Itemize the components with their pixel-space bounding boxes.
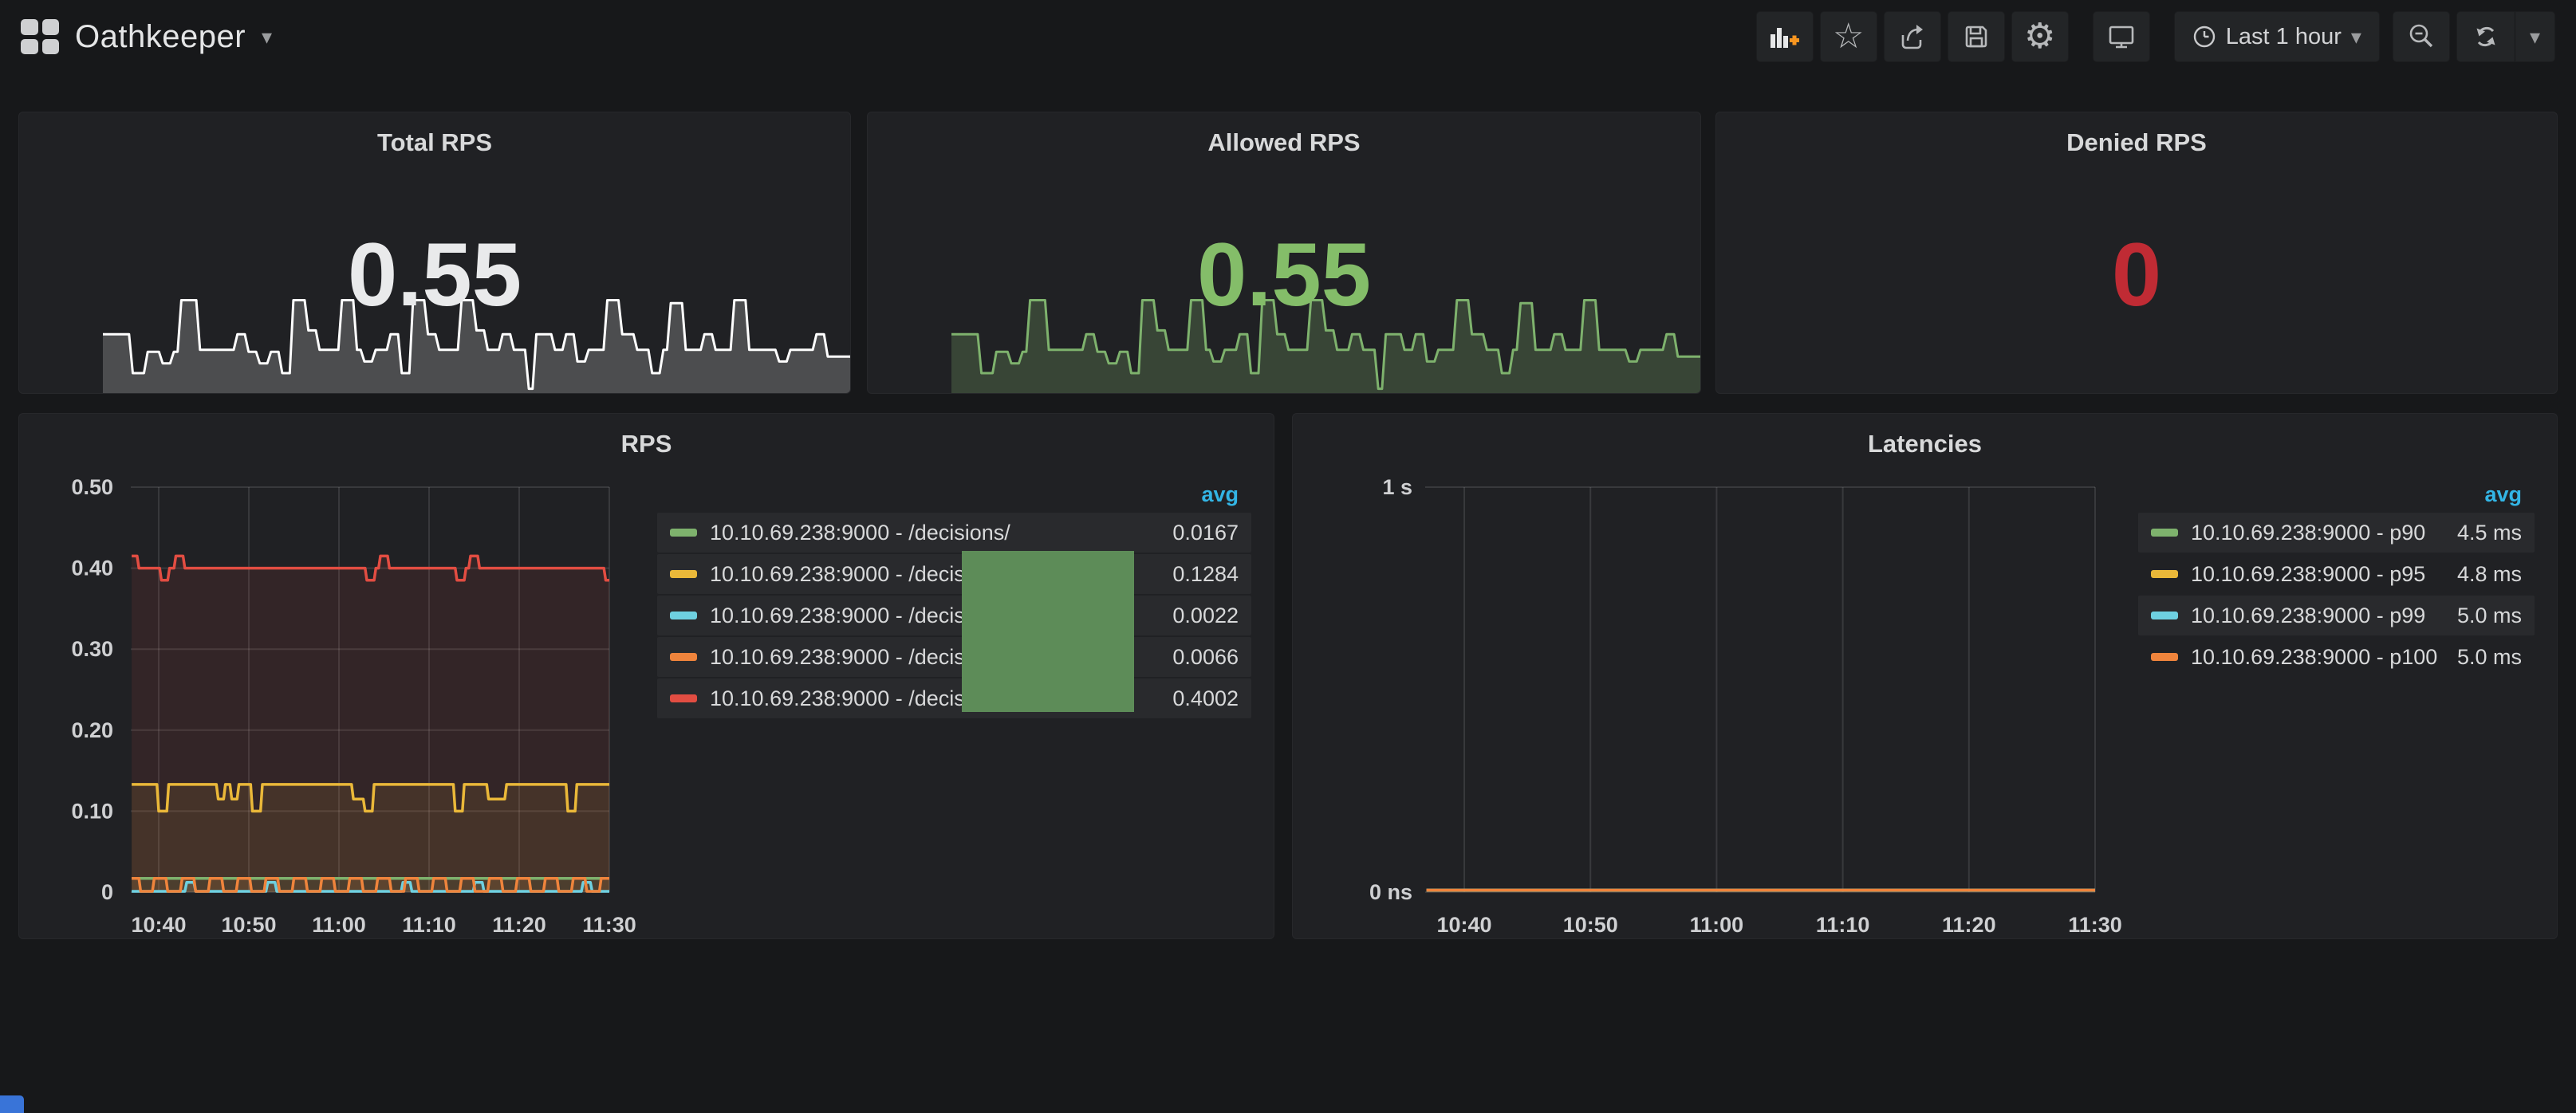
series-avg-value: 5.0 ms	[2457, 604, 2522, 628]
series-color-swatch	[670, 653, 697, 661]
zoom-out-button[interactable]	[2393, 11, 2450, 62]
redaction-overlay	[962, 551, 1134, 712]
svg-text:1 s: 1 s	[1382, 475, 1412, 499]
stat-value: 0	[1716, 230, 2557, 320]
svg-text:10:40: 10:40	[1437, 913, 1492, 937]
rps-legend: avg10.10.69.238:9000 - /decisions/0.0167…	[657, 476, 1251, 720]
panel-allowed-rps: Allowed RPS 0.55	[867, 112, 1701, 394]
svg-text:0.50: 0.50	[71, 475, 113, 499]
svg-text:10:50: 10:50	[1563, 913, 1618, 937]
add-panel-button[interactable]	[1756, 11, 1814, 62]
series-avg-value: 4.5 ms	[2457, 521, 2522, 545]
series-avg-value: 0.4002	[1172, 686, 1239, 711]
refresh-button[interactable]	[2457, 12, 2515, 61]
navbar: Oathkeeper ▾ ☆	[0, 0, 2576, 73]
svg-text:0: 0	[101, 880, 113, 904]
time-range-label: Last 1 hour	[2226, 24, 2342, 50]
monitor-icon	[2106, 22, 2137, 51]
series-avg-value: 5.0 ms	[2457, 645, 2522, 670]
svg-text:10:50: 10:50	[221, 913, 276, 937]
series-color-swatch	[670, 529, 697, 537]
series-color-swatch	[2151, 570, 2178, 578]
legend-avg-header[interactable]: avg	[657, 476, 1251, 513]
stat-value: 0.55	[868, 230, 1700, 320]
clock-icon	[2192, 25, 2216, 49]
latencies-legend: avg10.10.69.238:9000 - p904.5 ms10.10.69…	[2138, 476, 2535, 678]
series-avg-value: 0.0167	[1172, 521, 1239, 545]
sidebar-corner-chip[interactable]	[0, 1095, 24, 1113]
gear-icon: ⚙	[2024, 19, 2055, 54]
star-button[interactable]: ☆	[1820, 11, 1877, 62]
panel-latencies-graph: Latencies 10:40 10:50 11:00 11:10 11:20 11:30…	[1292, 413, 2558, 939]
series-avg-value: 4.8 ms	[2457, 562, 2522, 587]
dashboard-dropdown-caret-icon[interactable]: ▾	[262, 26, 272, 47]
series-color-swatch	[670, 694, 697, 702]
panel-title[interactable]: RPS	[19, 430, 1274, 458]
svg-text:11:30: 11:30	[2068, 913, 2122, 937]
svg-text:0.10: 0.10	[71, 799, 113, 823]
cycle-view-button[interactable]	[2093, 11, 2150, 62]
refresh-caret-icon: ▾	[2530, 26, 2540, 47]
svg-text:11:00: 11:00	[1690, 913, 1744, 937]
panel-total-rps: Total RPS 0.55	[18, 112, 851, 394]
series-name: 10.10.69.238:9000 - p99	[2191, 604, 2441, 628]
svg-text:0.30: 0.30	[71, 637, 113, 661]
series-avg-value: 0.0022	[1172, 604, 1239, 628]
legend-row[interactable]: 10.10.69.238:9000 - /decisions/0.0167	[657, 513, 1251, 553]
panel-denied-rps: Denied RPS 0	[1715, 112, 2558, 394]
dashboard-grid-icon[interactable]	[21, 19, 59, 54]
svg-text:11:10: 11:10	[1816, 913, 1870, 937]
svg-text:11:00: 11:00	[312, 913, 366, 937]
series-color-swatch	[2151, 529, 2178, 537]
svg-text:11:10: 11:10	[402, 913, 456, 937]
refresh-icon	[2472, 22, 2500, 51]
panel-title[interactable]: Total RPS	[19, 128, 850, 157]
svg-text:0 ns: 0 ns	[1369, 880, 1412, 904]
series-avg-value: 0.0066	[1172, 645, 1239, 670]
series-color-swatch	[2151, 612, 2178, 619]
legend-row[interactable]: 10.10.69.238:9000 - /decisions/0.1284	[657, 554, 1251, 594]
legend-row[interactable]: 10.10.69.238:9000 - p99 5.0 ms	[2138, 596, 2535, 635]
svg-text:0.40: 0.40	[71, 556, 113, 580]
legend-row[interactable]: 10.10.69.238:9000 - /decisions/0.0066	[657, 637, 1251, 677]
time-range-button[interactable]: Last 1 hour ▾	[2174, 11, 2380, 62]
refresh-interval-dropdown[interactable]: ▾	[2515, 12, 2554, 61]
series-color-swatch	[670, 612, 697, 619]
panel-title[interactable]: Allowed RPS	[868, 128, 1700, 157]
legend-row[interactable]: 10.10.69.238:9000 - p90 4.5 ms	[2138, 513, 2535, 553]
svg-text:10:40: 10:40	[131, 913, 186, 937]
refresh-button-group: ▾	[2456, 11, 2555, 62]
series-name: 10.10.69.238:9000 - p90	[2191, 521, 2441, 545]
star-icon: ☆	[1833, 19, 1864, 54]
share-button[interactable]	[1884, 11, 1941, 62]
settings-button[interactable]: ⚙	[2011, 11, 2069, 62]
legend-row[interactable]: 10.10.69.238:9000 - /decisions/0.0022	[657, 596, 1251, 635]
series-avg-value: 0.1284	[1172, 562, 1239, 587]
series-color-swatch	[670, 570, 697, 578]
zoom-out-icon	[2407, 22, 2436, 51]
series-name: 10.10.69.238:9000 - /decisions/	[710, 521, 1156, 545]
save-button[interactable]	[1948, 11, 2005, 62]
time-range-caret-icon: ▾	[2351, 26, 2361, 47]
series-name: 10.10.69.238:9000 - p95	[2191, 562, 2441, 587]
legend-row[interactable]: 10.10.69.238:9000 - /decisions/0.4002	[657, 678, 1251, 718]
panel-title[interactable]: Latencies	[1293, 430, 2557, 458]
panel-rps-graph: RPS 10:40 10:50 11:00 11:10 11:20 11:30 0 0.10 0…	[18, 413, 1274, 939]
svg-text:11:20: 11:20	[1942, 913, 1996, 937]
legend-avg-header[interactable]: avg	[2138, 476, 2535, 513]
share-icon	[1897, 22, 1928, 51]
svg-text:11:30: 11:30	[582, 913, 636, 937]
save-icon	[1962, 22, 1991, 51]
legend-row[interactable]: 10.10.69.238:9000 - p100 5.0 ms	[2138, 637, 2535, 677]
svg-text:0.20: 0.20	[71, 718, 113, 742]
series-name: 10.10.69.238:9000 - p100	[2191, 645, 2441, 670]
dashboard-title[interactable]: Oathkeeper	[75, 19, 246, 55]
svg-text:11:20: 11:20	[492, 913, 546, 937]
panel-title[interactable]: Denied RPS	[1716, 128, 2557, 157]
legend-row[interactable]: 10.10.69.238:9000 - p95 4.8 ms	[2138, 554, 2535, 594]
add-panel-icon	[1768, 22, 1802, 51]
series-color-swatch	[2151, 653, 2178, 661]
stat-value: 0.55	[19, 230, 850, 320]
